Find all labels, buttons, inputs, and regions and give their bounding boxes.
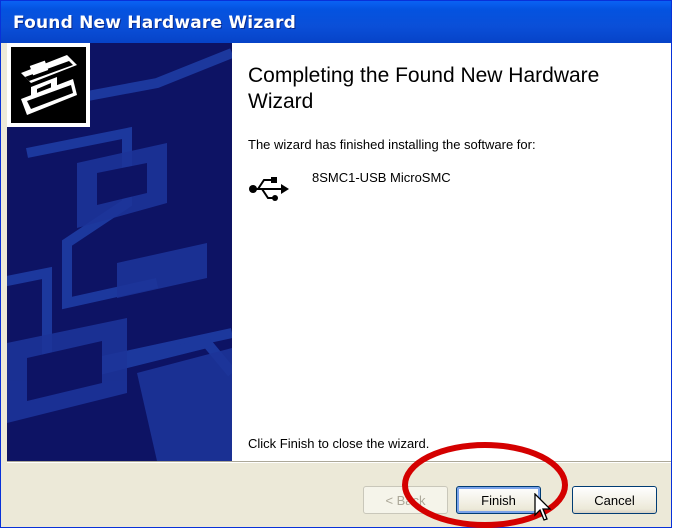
mouse-pointer-icon xyxy=(534,493,552,521)
wizard-window: Found New Hardware Wizard Completing the… xyxy=(0,0,672,528)
completion-message: The wizard has finished installing the s… xyxy=(248,137,536,152)
wizard-side-panel xyxy=(7,43,232,461)
hardware-wizard-icon xyxy=(7,43,90,127)
usb-icon xyxy=(249,177,289,201)
page-title: Completing the Found New Hardware Wizard xyxy=(248,64,600,113)
window-title: Found New Hardware Wizard xyxy=(13,13,297,33)
button-divider xyxy=(7,461,671,463)
title-bar[interactable]: Found New Hardware Wizard xyxy=(1,1,671,43)
wizard-content: Completing the Found New Hardware Wizard… xyxy=(232,43,671,461)
device-name: 8SMC1-USB MicroSMC xyxy=(312,170,451,185)
cancel-button[interactable]: Cancel xyxy=(572,486,657,514)
